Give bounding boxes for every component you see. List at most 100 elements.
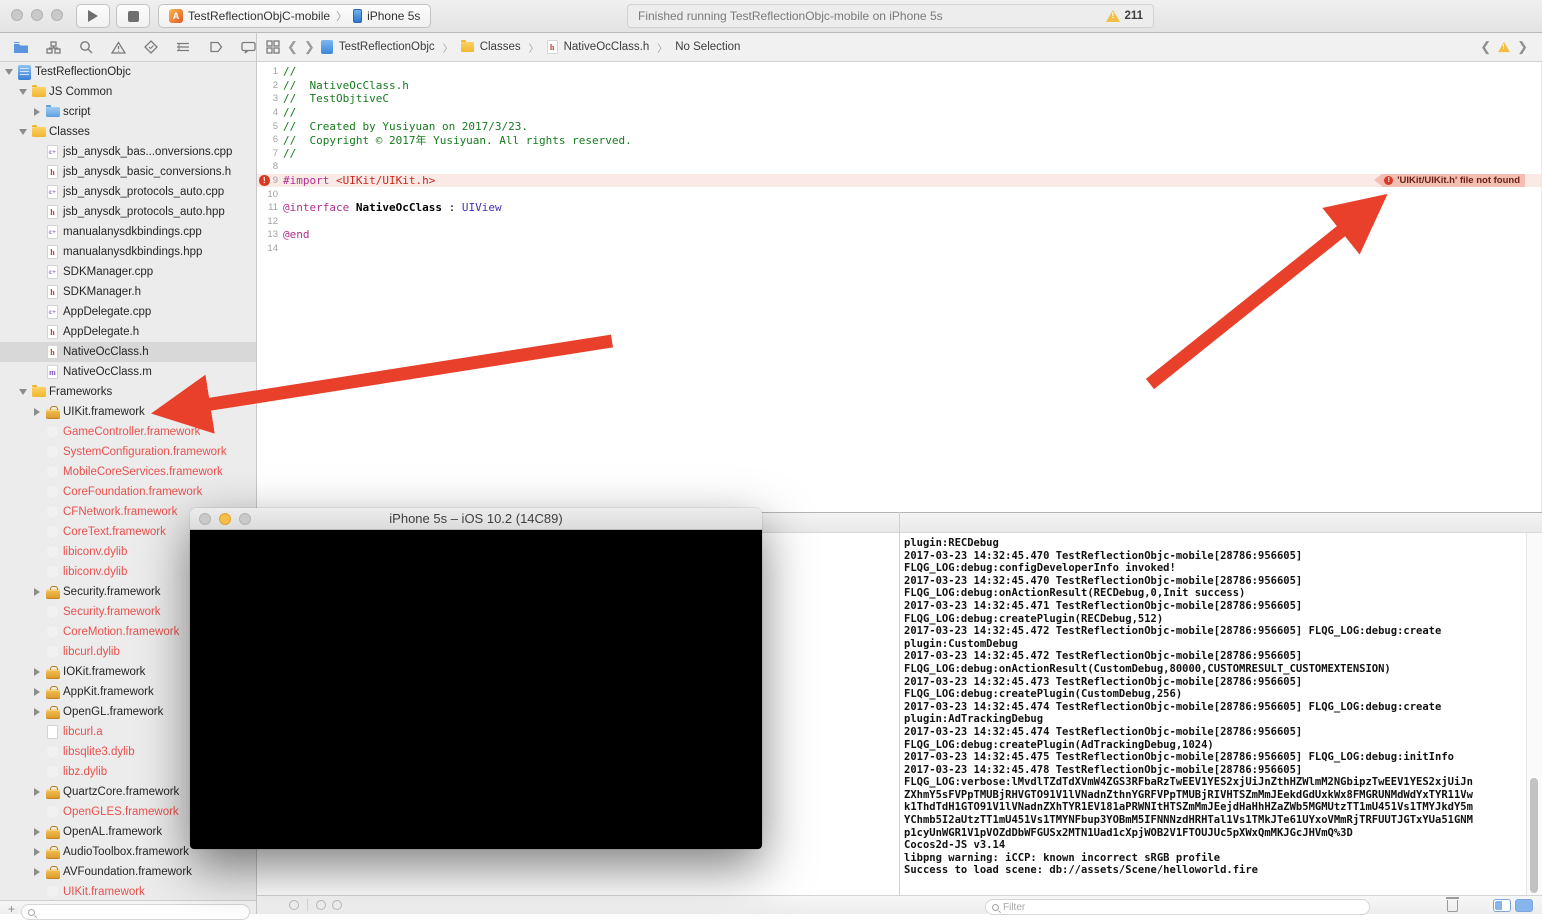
disclosure-triangle-icon[interactable] <box>32 668 42 676</box>
debug-bar-icon[interactable] <box>332 900 342 910</box>
sidebar-item[interactable]: h jsb_anysdk_protocols_auto.hpp <box>0 202 256 222</box>
disclosure-triangle-icon[interactable] <box>32 688 42 696</box>
next-issue-button[interactable]: ❯ <box>1517 39 1528 55</box>
zoom-button[interactable] <box>51 9 63 21</box>
debug-navigator-icon[interactable] <box>176 39 191 55</box>
error-banner[interactable]: ! 'UIKit/UIKit.h' file not found <box>1374 173 1525 188</box>
code-token: // TestObjtiveC <box>283 92 389 106</box>
folder-ref-icon <box>45 105 60 117</box>
forward-button[interactable]: ❯ <box>304 39 315 55</box>
project-file-icon <box>320 40 333 54</box>
sidebar-item[interactable]: Classes <box>0 122 256 142</box>
breakpoint-navigator-icon[interactable] <box>208 39 223 55</box>
disclosure-triangle-icon[interactable] <box>18 129 28 135</box>
issue-navigator-icon[interactable] <box>111 39 127 55</box>
project-navigator-icon[interactable] <box>13 39 29 55</box>
sidebar-item[interactable]: h manualanysdkbindings.hpp <box>0 242 256 262</box>
disclosure-triangle-icon[interactable] <box>32 828 42 836</box>
show-console-toggle[interactable] <box>1515 899 1533 912</box>
console-output[interactable]: plugin:RECDebug 2017-03-23 14:32:45.470 T… <box>900 533 1526 895</box>
sidebar-item[interactable]: CoreFoundation.framework <box>0 482 256 502</box>
disclosure-triangle-icon[interactable] <box>18 89 28 95</box>
scheme-name[interactable]: TestReflectionObjC-mobile <box>188 9 330 23</box>
missing-framework-icon <box>45 804 60 820</box>
sidebar-item[interactable]: c+ jsb_anysdk_protocols_auto.cpp <box>0 182 256 202</box>
close-button[interactable] <box>11 9 23 21</box>
breadcrumb-group[interactable]: Classes <box>480 41 521 53</box>
breadcrumb-project[interactable]: TestReflectionObjc <box>339 41 435 53</box>
activity-status[interactable]: Finished running TestReflectionObjc-mobi… <box>627 4 1154 28</box>
sidebar-item[interactable]: MobileCoreServices.framework <box>0 462 256 482</box>
error-icon[interactable]: ! <box>259 175 270 186</box>
device-name[interactable]: iPhone 5s <box>367 9 420 23</box>
sidebar-item[interactable]: UIKit.framework <box>0 402 256 422</box>
sidebar-item[interactable]: GameController.framework <box>0 422 256 442</box>
cpp-file-icon: c+ <box>47 265 58 279</box>
simulator-window[interactable]: iPhone 5s – iOS 10.2 (14C89) <box>190 508 762 849</box>
disclosure-triangle-icon[interactable] <box>32 588 42 596</box>
stop-button[interactable] <box>116 4 150 28</box>
disclosure-triangle-icon[interactable] <box>32 708 42 716</box>
close-button[interactable] <box>199 513 211 525</box>
sidebar-item[interactable]: c+ SDKManager.cpp <box>0 262 256 282</box>
sidebar-item[interactable]: script <box>0 102 256 122</box>
report-navigator-icon[interactable] <box>241 39 256 55</box>
run-button[interactable] <box>76 4 110 28</box>
play-icon <box>88 10 98 22</box>
disclosure-triangle-icon[interactable] <box>32 108 42 116</box>
simulator-titlebar[interactable]: iPhone 5s – iOS 10.2 (14C89) <box>190 508 762 530</box>
sidebar-item[interactable]: JS Common <box>0 82 256 102</box>
sidebar-item[interactable]: TestReflectionObjc <box>0 62 256 82</box>
minimize-button[interactable] <box>219 513 231 525</box>
related-items-icon[interactable] <box>265 39 281 55</box>
search-navigator-icon[interactable] <box>78 39 93 55</box>
breadcrumb-selection[interactable]: No Selection <box>675 41 740 53</box>
sidebar-item[interactable]: c+ jsb_anysdk_bas...onversions.cpp <box>0 142 256 162</box>
sidebar-item[interactable]: SystemConfiguration.framework <box>0 442 256 462</box>
debug-bar-icon[interactable] <box>316 900 326 910</box>
sidebar-item[interactable]: AVFoundation.framework <box>0 862 256 882</box>
clear-console-button[interactable] <box>1445 897 1459 912</box>
sidebar-item[interactable]: Frameworks <box>0 382 256 402</box>
code-line: 12 <box>257 215 1541 229</box>
sidebar-item[interactable]: h jsb_anysdk_basic_conversions.h <box>0 162 256 182</box>
disclosure-triangle-icon[interactable] <box>18 389 28 395</box>
warning-badge[interactable]: 211 <box>1106 10 1143 22</box>
header-file-icon: h <box>47 345 58 359</box>
disclosure-triangle-icon[interactable] <box>32 408 42 416</box>
disclosure-triangle-icon[interactable] <box>4 69 14 75</box>
show-variables-toggle[interactable] <box>1493 899 1511 912</box>
sidebar-item[interactable]: m NativeOcClass.m <box>0 362 256 382</box>
console-filter-field[interactable]: Filter <box>985 899 1370 915</box>
test-navigator-icon[interactable] <box>143 39 158 55</box>
zoom-button[interactable] <box>239 513 251 525</box>
navigator-filter-bar: + <box>0 900 257 920</box>
minimize-button[interactable] <box>31 9 43 21</box>
disclosure-triangle-icon[interactable] <box>32 848 42 856</box>
back-button[interactable]: ❮ <box>287 39 298 55</box>
sidebar-item[interactable]: h SDKManager.h <box>0 282 256 302</box>
sidebar-item[interactable]: c+ manualanysdkbindings.cpp <box>0 222 256 242</box>
line-number: 10 <box>267 188 278 200</box>
sidebar-item[interactable]: UIKit.framework <box>0 882 256 902</box>
scheme-selector[interactable]: A TestReflectionObjC-mobile 〉 iPhone 5s <box>158 4 432 28</box>
symbol-navigator-icon[interactable] <box>46 39 61 55</box>
folder-icon <box>460 40 474 52</box>
navigator-filter-field[interactable] <box>21 904 250 920</box>
disclosure-triangle-icon[interactable] <box>32 868 42 876</box>
breadcrumb-file[interactable]: NativeOcClass.h <box>564 41 650 53</box>
missing-framework-icon <box>46 525 59 539</box>
source-editor[interactable]: 1 // 2 // NativeOcClass.h 3 // TestObjtiveC 4 /… <box>257 62 1542 512</box>
add-button[interactable]: + <box>8 903 15 915</box>
debug-bar-icon[interactable] <box>289 900 299 910</box>
debug-area-divider[interactable] <box>899 512 900 914</box>
console-log-line: 2017-03-23 14:32:45.475 TestReflectionOb… <box>904 751 1454 764</box>
previous-issue-button[interactable]: ❮ <box>1480 39 1491 55</box>
sidebar-item[interactable]: h NativeOcClass.h <box>0 342 256 362</box>
disclosure-triangle-icon[interactable] <box>32 788 42 796</box>
sidebar-item[interactable]: h AppDelegate.h <box>0 322 256 342</box>
simulator-screen[interactable] <box>190 530 762 849</box>
sidebar-item[interactable]: c+ AppDelegate.cpp <box>0 302 256 322</box>
console-scrollbar-thumb[interactable] <box>1530 778 1538 893</box>
sidebar-item-label: JS Common <box>49 86 113 98</box>
